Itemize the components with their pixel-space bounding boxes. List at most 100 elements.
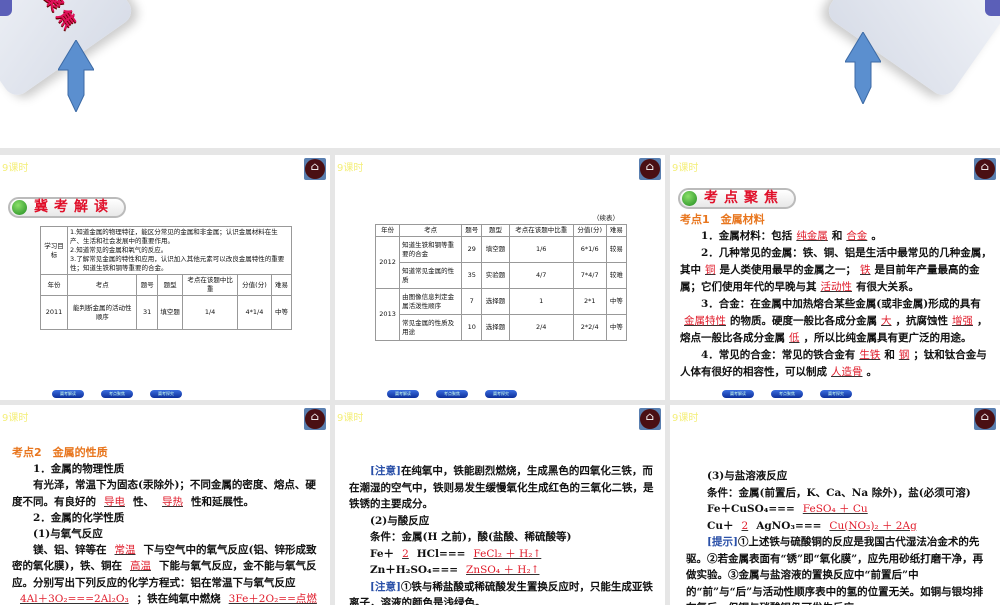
condition: 条件：金属(前置后，K、Ca、Na 除外)，盐(必须可溶) xyxy=(686,485,990,502)
equation: Fe＋CuSO₄===FeSO₄ ＋ Cu xyxy=(686,501,990,518)
table-row: 2013 由图像信息判定金属活泼性顺序7选择题12*1中等 xyxy=(376,289,627,315)
section-badge: 考点聚焦 xyxy=(678,188,796,209)
nav-button[interactable]: 冀考探究 xyxy=(820,390,852,398)
answer-blank: 4Al＋3O₂===2Al₂O₃ xyxy=(12,593,137,605)
goal-list: 1.知道金属的物理特征，能区分常见的金属和非金属；认识金属材料在生产、生活和社会… xyxy=(68,227,292,275)
text-run: Cu＋ xyxy=(707,520,734,532)
answer-blank: 钢 xyxy=(895,349,914,361)
text-run: 1．金属材料：包括 xyxy=(701,230,792,242)
col-header: 分值(分) xyxy=(237,275,271,296)
goal-label: 学习目标 xyxy=(41,227,68,275)
paragraph: 2．几种常见的金属：铁、铜、铝是生活中最常见的几种金属，其中铜是人类使用最早的金… xyxy=(680,245,992,296)
text-run: 和 xyxy=(884,349,895,361)
answer-blank: 大 xyxy=(877,315,896,327)
nav-button[interactable]: 冀考解读 xyxy=(722,390,754,398)
subheading: (3)与盐溶液反应 xyxy=(686,468,990,485)
nav-button[interactable]: 冀考探究 xyxy=(485,390,517,398)
slide-thumbnail-exam-table-cont[interactable]: 9课时 ⌂ （续表） 年份 考点 题号 题型 考点在该题中比重 分值(分) 难易… xyxy=(335,155,665,400)
col-header: 分值(分) xyxy=(573,225,606,237)
cell-number: 35 xyxy=(462,263,482,289)
slide-body: 考点1 金属材料 1．金属材料：包括纯金属和合金。 2．几种常见的金属：铁、铜、… xyxy=(680,211,992,381)
home-button[interactable]: ⌂ xyxy=(974,408,996,430)
answer-blank: FeSO₄ ＋ Cu xyxy=(795,503,876,515)
col-header: 考点在该题中比重 xyxy=(183,275,237,296)
cell-point: 知道生铁和钢等重要的合金 xyxy=(400,237,462,263)
nav-buttons: 冀考解读 考点聚焦 冀考探究 xyxy=(52,390,182,398)
note-paragraph: [注意]在纯氧中，铁能剧烈燃烧，生成黑色的四氧化三铁，而在潮湿的空气中，铁则易发… xyxy=(349,463,655,513)
col-header: 考点 xyxy=(400,225,462,237)
cell-type: 填空题 xyxy=(157,296,182,330)
goal-item: 3.了解常见金属的特性和应用，认识加入其他元素可以改良金属特性的重要性；知道生铁… xyxy=(70,255,289,273)
home-icon: ⌂ xyxy=(974,410,996,423)
answer-blank: Cu(NO₃)₂ ＋ 2Ag xyxy=(821,520,924,532)
cell-year: 2012 xyxy=(376,237,400,289)
answer-blank: 生铁 xyxy=(855,349,884,361)
paragraph: 镁、铝、锌等在常温下与空气中的氧气反应(铝、锌形成致密的氧化膜)，铁、铜在高温下… xyxy=(12,542,320,605)
slide-body: [注意]在纯氧中，铁能剧烈燃烧，生成黑色的四氧化三铁，而在潮湿的空气中，铁则易发… xyxy=(349,463,655,605)
text-run: 的物质。硬度一般比各成分金属 xyxy=(730,315,877,327)
cell-level: 中等 xyxy=(606,289,626,315)
answer-blank: 金属特性 xyxy=(680,315,730,327)
cell-level: 中等 xyxy=(272,296,292,330)
table-row: 2012 知道生铁和钢等重要的合金29填空题1/66*1/6较易 xyxy=(376,237,627,263)
nav-buttons: 冀考解读 考点聚焦 冀考探究 xyxy=(722,390,852,398)
continued-label: （续表） xyxy=(593,212,619,222)
home-button[interactable]: ⌂ xyxy=(639,408,661,430)
answer-blank: 导电 xyxy=(96,496,133,508)
nav-button[interactable]: 考点聚焦 xyxy=(436,390,468,398)
home-button[interactable]: ⌂ xyxy=(304,408,326,430)
tip-tag: [提示] xyxy=(707,536,738,548)
home-icon: ⌂ xyxy=(974,160,996,173)
home-icon: ⌂ xyxy=(639,160,661,173)
nav-button[interactable]: 冀考解读 xyxy=(52,390,84,398)
slide-body: (3)与盐溶液反应 条件：金属(前置后，K、Ca、Na 除外)，盐(必须可溶) … xyxy=(686,468,990,605)
cell-number: 7 xyxy=(462,289,482,315)
col-header: 考点在该题中比重 xyxy=(509,225,573,237)
answer-blank: 2 xyxy=(734,520,757,532)
slide-thumbnail-acid-reactions[interactable]: 9课时 ⌂ [注意]在纯氧中，铁能剧烈燃烧，生成黑色的四氧化三铁，而在潮湿的空气… xyxy=(335,405,665,605)
exam-table: 学习目标 1.知道金属的物理特征，能区分常见的金属和非金属；认识金属材料在生产、… xyxy=(40,226,292,330)
nav-button[interactable]: 冀考解读 xyxy=(387,390,419,398)
equation: Fe＋2HCl===FeCl₂ ＋ H₂↑ xyxy=(349,546,655,563)
col-header: 年份 xyxy=(376,225,400,237)
paragraph: 4．常见的合金：常见的铁合金有生铁和钢；钛和钛合金与人体有很好的相容性，可以制成… xyxy=(680,347,992,381)
slide-body: 考点2 金属的性质 1．金属的物理性质 有光泽，常温下为固态(汞除外)；不同金属… xyxy=(12,445,320,605)
nav-button[interactable]: 考点聚焦 xyxy=(771,390,803,398)
answer-blank: ZnSO₄ ＋ H₂↑ xyxy=(458,564,547,576)
equation: Zn＋H₂SO₄===ZnSO₄ ＋ H₂↑ xyxy=(349,562,655,579)
cell-point: 能判断金属的活动性顺序 xyxy=(68,296,137,330)
cell-year: 2013 xyxy=(376,289,400,341)
text-run: 性、 xyxy=(133,496,154,508)
subheading: 1．金属的物理性质 xyxy=(12,461,320,477)
answer-blank: 常温 xyxy=(107,544,144,556)
slide-thumbnail-salt-reactions[interactable]: 9课时 ⌂ (3)与盐溶液反应 条件：金属(前置后，K、Ca、Na 除外)，盐(… xyxy=(670,405,1000,605)
note-tag: [注意] xyxy=(370,465,401,477)
answer-blank: 增强 xyxy=(948,315,977,327)
nav-button[interactable]: 考点聚焦 xyxy=(101,390,133,398)
slide-thumbnail-key-points[interactable]: 9课时 ⌂ 考点聚焦 冀考解读 考点聚焦 冀考探究 考点1 金属材料 1．金属材… xyxy=(670,155,1000,400)
cell-point: 由图像信息判定金属活泼性顺序 xyxy=(400,289,462,315)
home-button[interactable]: ⌂ xyxy=(639,158,661,180)
cell-level: 较易 xyxy=(606,237,626,263)
answer-blank: 合金 xyxy=(842,230,871,242)
nav-buttons: 冀考解读 考点聚焦 冀考探究 xyxy=(387,390,517,398)
slide-thumbnail-top[interactable]: 聚焦 xyxy=(0,0,1000,148)
key-point-heading: 考点2 金属的性质 xyxy=(12,445,320,461)
decorative-tab-right xyxy=(985,0,1000,16)
answer-blank: 高温 xyxy=(122,560,159,572)
home-button[interactable]: ⌂ xyxy=(304,158,326,180)
answer-blank: 纯金属 xyxy=(792,230,832,242)
slide-thumbnail-metal-properties[interactable]: 9课时 ⌂ 考点2 金属的性质 1．金属的物理性质 有光泽，常温下为固态(汞除外… xyxy=(0,405,330,605)
text-run: 4．常见的合金：常见的铁合金有 xyxy=(701,349,855,361)
answer-blank: 活动性 xyxy=(817,281,857,293)
home-button[interactable]: ⌂ xyxy=(974,158,996,180)
text-run: 性和延展性。 xyxy=(191,496,254,508)
lesson-label: 9课时 xyxy=(672,409,698,424)
up-down-arrow-icon xyxy=(58,40,94,112)
cell-number: 31 xyxy=(137,296,158,330)
cell-score: 4*1/4 xyxy=(237,296,271,330)
nav-button[interactable]: 冀考探究 xyxy=(150,390,182,398)
slide-thumbnail-exam-analysis[interactable]: 9课时 ⌂ 冀考解读 学习目标 1.知道金属的物理特征，能区分常见的金属和非金属… xyxy=(0,155,330,400)
condition: 条件：金属(H 之前)，酸(盐酸、稀硫酸等) xyxy=(349,529,655,546)
section-badge: 冀考解读 xyxy=(8,197,126,218)
